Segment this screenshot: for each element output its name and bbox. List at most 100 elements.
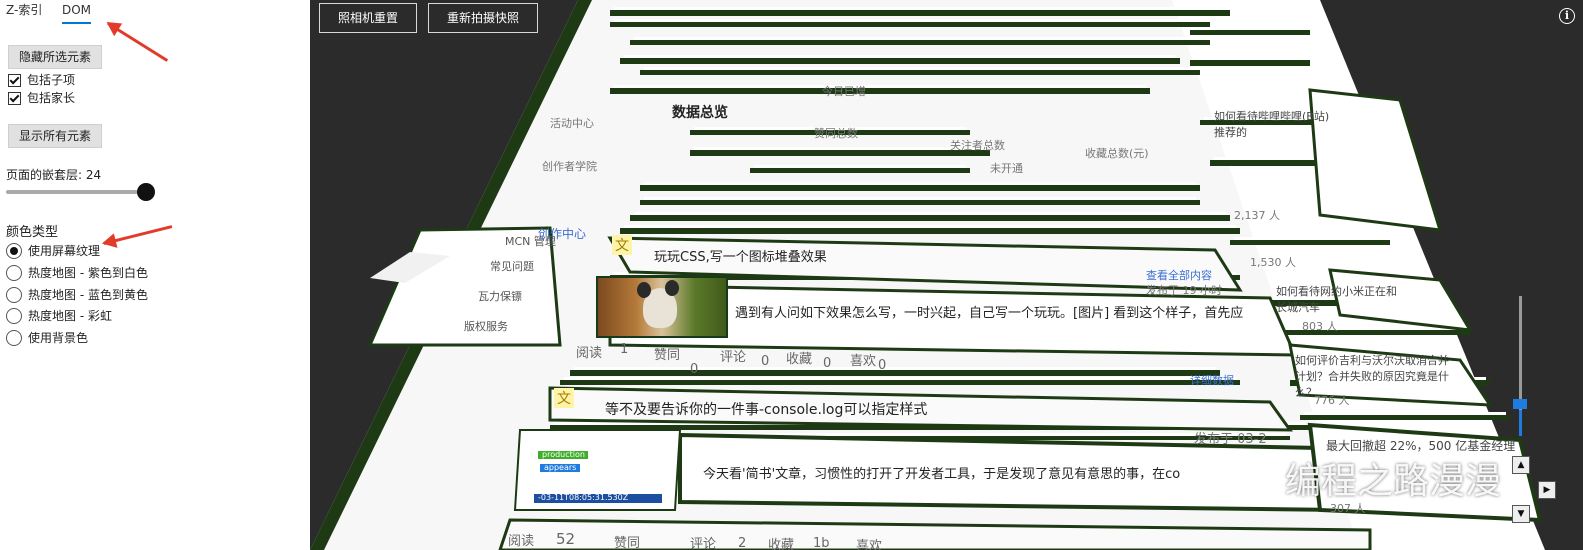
tab-bar: Z-索引 DOM [0,0,310,24]
article2-publish-time: 发布于 03-2 [1194,432,1267,447]
layer-slab [1190,30,1310,35]
article-tag: 文 [612,235,632,255]
layer-slab [620,228,1240,234]
include-parents-option[interactable]: 包括家长 [8,90,75,106]
hide-selected-button[interactable]: 隐藏所选元素 [8,45,103,69]
article2-title: 等不及要告诉你的一件事-console.log可以指定样式 [605,402,928,418]
article1-stat: 1 [620,342,629,357]
layer-slab-top [614,19,1206,22]
zoom-slider-knob[interactable] [1513,399,1527,409]
color-option-radio[interactable] [6,243,22,259]
color-type-heading: 颜色类型 [6,225,59,240]
show-all-button[interactable]: 显示所有元素 [8,124,103,148]
sidebar-item-mcn: MCN 管理 [505,235,556,248]
layer-slab-top [1234,237,1386,240]
layer-slab [1270,330,1470,335]
article1-stat: 阅读 [576,346,603,361]
nesting-level-slider-knob[interactable] [137,183,155,201]
sidebar-item-academy: 创作者学院 [542,160,597,173]
color-option-heatmap-rainbow[interactable]: 热度地图 - 彩虹 [6,308,112,324]
article-tag: 文 [554,388,574,408]
question-item-text: 如何看待网约小米正在和长城汽车 [1276,285,1397,314]
layer-slab-top [644,197,1196,200]
article1-title: 玩玩CSS,写一个图标堆叠效果 [654,250,827,265]
layer-slab-top [644,182,1196,185]
layer-slab [640,200,1200,205]
layer-slab-top [614,85,1146,88]
color-option-radio[interactable] [6,265,22,281]
color-option-radio[interactable] [6,308,22,324]
layer-slab [610,10,1230,16]
color-option-heatmap-purple-white[interactable]: 热度地图 - 紫色到白色 [6,265,148,281]
retake-snapshot-button[interactable]: 重新拍摄快照 [428,3,539,33]
tab-z-index[interactable]: Z-索引 [6,0,42,22]
article2-stat: 评论 [690,537,717,550]
article1-summary: 遇到有人问如下效果怎么写，一时兴起，自己写一个玩玩。[图片] 看到这个样子，首先… [735,306,1244,321]
article1-stat: 评论 [720,350,747,365]
article1-thumbnail [596,276,728,338]
nesting-level-slider[interactable] [6,190,152,194]
scene-label-likes-total: 赞同总数 [814,127,858,140]
layer-slab-top [634,212,1226,215]
layer-slab [640,70,1200,75]
console-badge-production-text: production [542,450,585,459]
color-option-radio[interactable] [6,287,22,303]
scene-label-not-enabled: 未开通 [990,162,1023,175]
layer-slab [630,215,1230,221]
color-option-label: 热度地图 - 彩虹 [28,309,112,323]
view-all-link: 查看全部内容 [1146,269,1212,282]
pan-up-icon[interactable]: ▲ [1512,456,1530,474]
article2-stat: 2 [738,536,747,550]
question-item-count: 776 人 [1314,394,1350,407]
color-option-radio[interactable] [6,330,22,346]
color-option-label: 热度地图 - 紫色到白色 [28,266,148,280]
data-overview-title: 数据总览 [672,105,728,121]
include-parents-checkbox[interactable] [8,91,21,105]
pan-down-icon[interactable]: ▼ [1512,505,1530,523]
include-parents-label: 包括家长 [27,91,76,105]
layer-slab-top [564,377,1236,380]
sidebar-item-activity: 活动中心 [550,117,594,130]
article1-stat: 0 [761,354,770,369]
question-item-count: 1,530 人 [1250,256,1296,269]
article1-stat: 喜欢 [850,354,877,369]
annotation-arrow [103,225,173,245]
layer-slab [690,150,990,156]
console-time-text: -03-11T08:05:31.530Z [538,493,629,502]
scene-label-followers: 关注者总数 [950,139,1005,152]
article1-stat: 赞同 [654,348,681,363]
layer-slab-top [624,225,1236,228]
article2-stat: 1b [813,536,830,550]
3d-view-canvas[interactable]: 照相机重置 重新拍摄快照 i 数据总览 今日已增 关注者总数 未开通 赞同总数 … [310,0,1583,550]
color-option-background[interactable]: 使用背景色 [6,330,88,346]
question-item-count: 803 人 [1302,320,1338,333]
layer-slab-top [614,7,1226,10]
info-icon[interactable]: i [1559,8,1575,24]
sidebar-item-guard: 瓦力保镖 [478,290,522,303]
layer-slab-top [694,147,986,150]
pan-right-icon[interactable]: ▶ [1538,481,1556,499]
layers-panel: Z-索引 DOM 隐藏所选元素 包括子项 包括家长 显示所有元素 页面的嵌套层:… [0,0,311,550]
scene-label-today: 今日已增 [822,85,866,98]
tab-dom[interactable]: DOM [62,0,92,24]
color-option-heatmap-blue-yellow[interactable]: 热度地图 - 蓝色到黄色 [6,287,148,303]
reset-camera-button[interactable]: 照相机重置 [319,3,418,33]
article1-publish-time: 发布于 19 小时 [1146,284,1222,297]
layer-slab [570,370,1220,376]
layer-slab [1300,415,1510,420]
nesting-level-label: 页面的嵌套层: 24 [6,168,102,182]
article1-stat: 收藏 [786,352,813,367]
layer-slab [610,22,1210,27]
color-option-screen-texture[interactable]: 使用屏幕纹理 [6,243,100,259]
layer-slab [750,168,970,173]
include-children-option[interactable]: 包括子项 [8,72,75,88]
article2-stat: 阅读 [508,534,535,549]
layer-slab-top [634,37,1206,40]
layer-slab [560,380,1240,385]
article1-stat: 0 [690,362,699,377]
layer-slab-top [1194,57,1306,60]
annotation-arrow [107,22,169,62]
article2-stat: 赞同 [614,536,641,550]
include-children-checkbox[interactable] [8,73,21,87]
scene-label-favorites-total: 收藏总数(元) [1085,147,1149,160]
